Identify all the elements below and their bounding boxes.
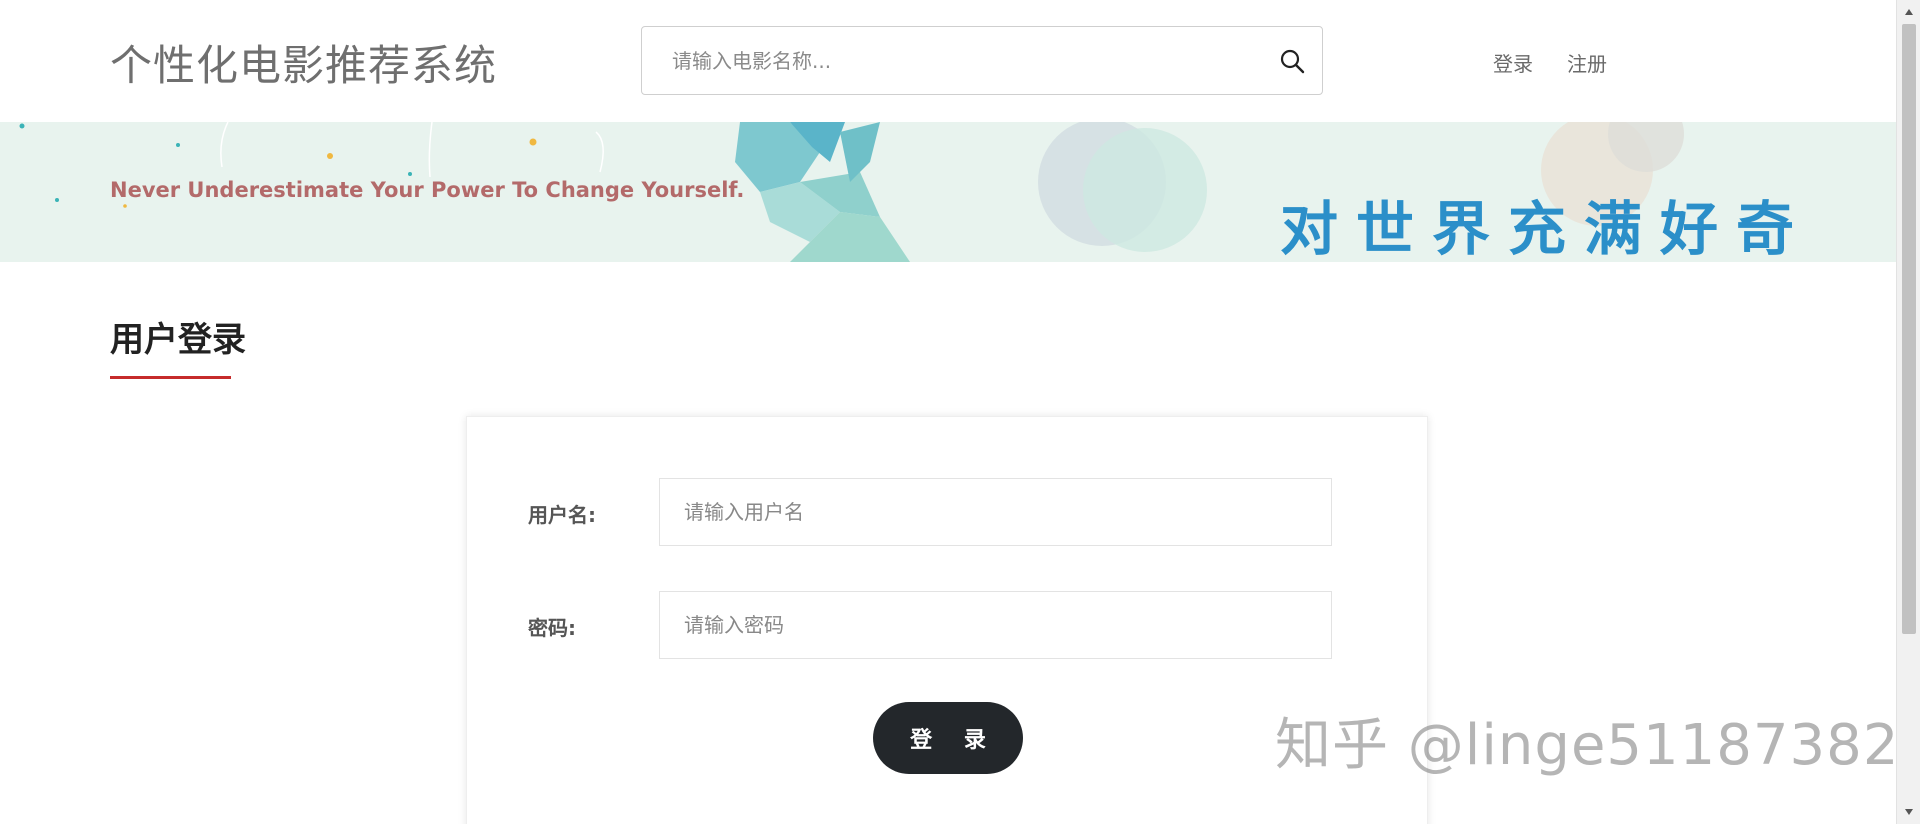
search-input[interactable] xyxy=(642,27,1262,94)
header: 个性化电影推荐系统 登录 注册 xyxy=(0,0,1896,122)
banner-slogan: Never Underestimate Your Power To Change… xyxy=(110,178,745,202)
login-button[interactable]: 登 录 xyxy=(873,702,1023,774)
scroll-up-button[interactable] xyxy=(1897,0,1920,24)
banner: Never Underestimate Your Power To Change… xyxy=(0,122,1896,262)
search-icon xyxy=(1280,49,1305,73)
scrollbar[interactable] xyxy=(1896,0,1920,824)
site-title[interactable]: 个性化电影推荐系统 xyxy=(110,32,497,93)
watermark: 知乎 @linge511873822 xyxy=(1275,713,1920,778)
search-button[interactable] xyxy=(1262,27,1322,94)
password-label: 密码: xyxy=(528,616,576,640)
top-nav: 登录 注册 xyxy=(1493,48,1607,77)
search-box xyxy=(641,26,1323,95)
chevron-up-icon xyxy=(1905,9,1913,15)
page: 个性化电影推荐系统 登录 注册 xyxy=(0,0,1920,824)
banner-cn-text: 对世界充满好奇 xyxy=(1280,195,1813,262)
username-input[interactable] xyxy=(659,478,1332,546)
register-link[interactable]: 注册 xyxy=(1567,48,1607,77)
page-title: 用户登录 xyxy=(110,320,246,360)
password-input[interactable] xyxy=(659,591,1332,659)
username-label: 用户名: xyxy=(528,503,596,527)
chevron-down-icon xyxy=(1905,809,1913,815)
scroll-down-button[interactable] xyxy=(1897,800,1920,824)
title-underline xyxy=(110,376,231,379)
login-link[interactable]: 登录 xyxy=(1493,48,1533,77)
scroll-thumb[interactable] xyxy=(1902,24,1916,634)
